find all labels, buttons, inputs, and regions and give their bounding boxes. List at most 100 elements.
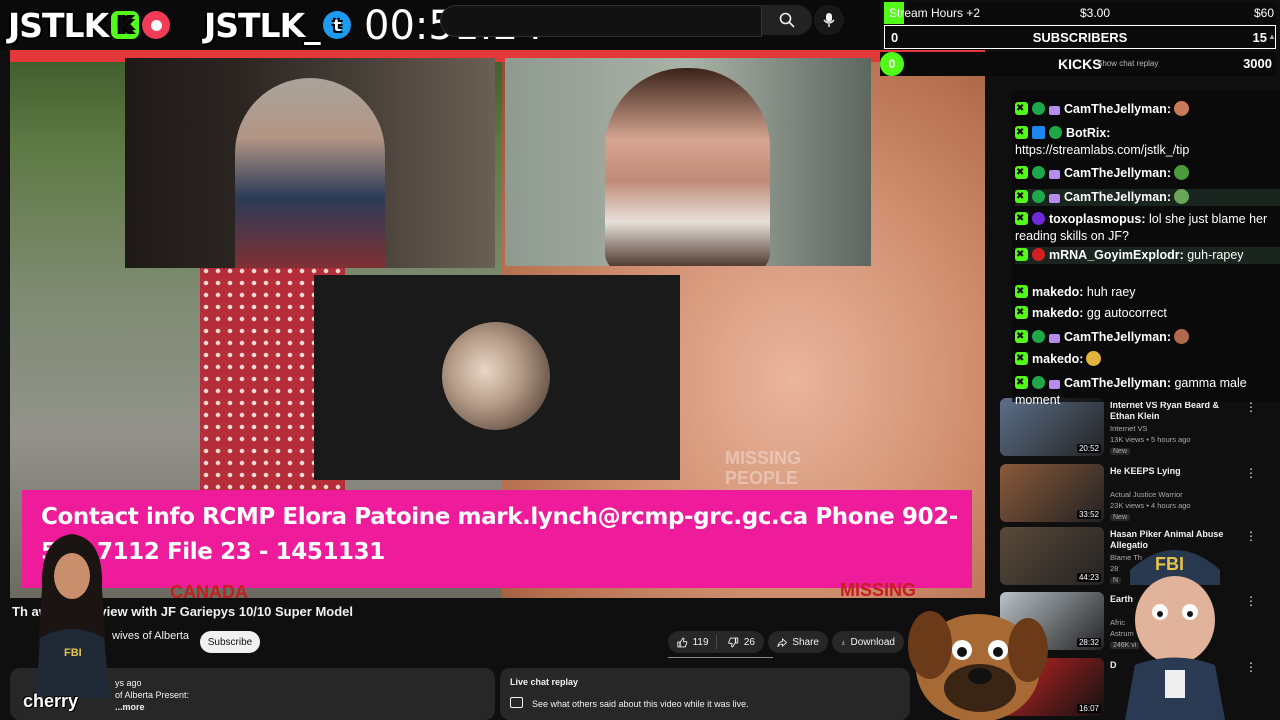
microphone-icon	[823, 13, 835, 27]
goal-label: SUBSCRIBERS	[1032, 30, 1128, 45]
share-button[interactable]: Share	[768, 631, 828, 653]
goal-current: 0	[880, 52, 904, 76]
video-player[interactable]: MISSING PEOPLE Contact info RCMP Elora P…	[10, 50, 985, 598]
kicks-goal: 0 KICKS Show chat replay 3000	[880, 52, 1276, 76]
chat-emote-icon	[1086, 351, 1102, 366]
live-chat-replay-box[interactable]: Live chat replay See what others said ab…	[500, 668, 910, 720]
stream-hours-goal: Stream Hours +2 $3.00 $60	[884, 2, 1276, 24]
chat-username[interactable]: CamTheJellyman:	[1064, 330, 1171, 344]
chat-username[interactable]: CamTheJellyman:	[1064, 166, 1171, 180]
more-vert-icon[interactable]: ⋮	[1245, 529, 1257, 543]
video-duration: 20:52	[1076, 444, 1101, 453]
green-badge-icon	[1032, 102, 1045, 115]
thumbs-up-icon	[677, 636, 688, 647]
subscribe-button[interactable]: Subscribe	[200, 631, 260, 653]
recommended-video[interactable]: 33:52 He KEEPS Lying Actual Justice Warrio…	[1000, 464, 1270, 524]
download-button[interactable]: Download	[832, 631, 904, 653]
share-icon	[777, 637, 788, 647]
kick-badge-icon	[1015, 188, 1028, 205]
chat-username[interactable]: CamTheJellyman:	[1064, 190, 1171, 204]
more-vert-icon[interactable]: ⋮	[1245, 660, 1257, 674]
goal-current: $3.00	[1080, 6, 1111, 20]
kick-badge-icon	[1015, 164, 1028, 181]
chat-username[interactable]: CamTheJellyman:	[1064, 102, 1171, 116]
kick-badge-icon	[1015, 374, 1028, 391]
chat-emote-icon	[1173, 101, 1189, 116]
chat-emote-icon	[1173, 329, 1189, 344]
search-input[interactable]	[440, 5, 762, 37]
contact-info-text: Contact info RCMP Elora Patoine mark.lyn…	[41, 504, 958, 565]
scroll-up-icon[interactable]: ▲	[1268, 32, 1276, 41]
channel-name[interactable]: wives of Alberta	[112, 630, 189, 642]
dislike-count: 26	[743, 636, 755, 648]
live-chat-replay-title: Live chat replay	[510, 677, 579, 687]
video-thumbnail[interactable]: 44:23	[1000, 527, 1104, 585]
search-icon	[779, 12, 795, 28]
goal-target: $60	[1253, 6, 1274, 20]
video-meta: 23K views • 4 hours ago	[1110, 501, 1191, 510]
chat-emote-icon	[1173, 165, 1189, 180]
chat-text: gg autocorrect	[1086, 306, 1167, 320]
bot-badge-icon	[1032, 126, 1045, 139]
chat-username[interactable]: BotRix:	[1066, 126, 1110, 140]
like-ratio-bar	[668, 657, 773, 658]
chat-text: https://streamlabs.com/jstlk_/tip	[1015, 143, 1190, 157]
kick-badge-icon	[1015, 100, 1028, 117]
chat-username[interactable]: makedo:	[1032, 285, 1083, 299]
kick-logo-text: JSTLK	[8, 5, 109, 45]
chat-message: makedo:	[1015, 350, 1280, 368]
svg-text:FBI: FBI	[1155, 554, 1184, 574]
twitter-logo: JSTLK_ t	[204, 5, 351, 45]
like-count: 119	[692, 636, 709, 648]
more-vert-icon[interactable]: ⋮	[1245, 466, 1257, 480]
goal-target: 3000	[1243, 56, 1272, 71]
kick-icon: K	[111, 11, 140, 39]
chat-message: makedo: huh raey	[1015, 283, 1280, 301]
video-title[interactable]: He KEEPS Lying	[1110, 466, 1242, 477]
video-thumbnail[interactable]: 33:52	[1000, 464, 1104, 522]
participant-avatar	[442, 322, 550, 430]
red-badge-icon	[1032, 248, 1045, 261]
subscribers-goal: SUBSCRIBERS 0 15	[884, 25, 1276, 49]
chat-username[interactable]: makedo:	[1032, 306, 1083, 320]
channel-name[interactable]: Actual Justice Warrior	[1110, 490, 1183, 499]
kick-badge-icon	[1015, 283, 1028, 300]
share-label: Share	[792, 636, 819, 648]
contact-info-banner: Contact info RCMP Elora Patoine mark.lyn…	[22, 490, 972, 588]
new-badge: New	[1110, 514, 1131, 521]
chat-message: CamTheJellyman:	[1015, 164, 1280, 182]
search-button[interactable]	[762, 5, 812, 35]
chat-username[interactable]: makedo:	[1032, 352, 1083, 366]
chat-username[interactable]: mRNA_GoyimExplodr:	[1049, 248, 1184, 262]
description-text: of Alberta Present:	[115, 690, 190, 700]
verified-badge-icon	[1049, 126, 1062, 139]
chat-username[interactable]: CamTheJellyman:	[1064, 376, 1171, 390]
twitter-logo-text: JSTLK_	[204, 5, 321, 45]
show-more-link[interactable]: ...more	[115, 702, 145, 712]
gift-badge-icon	[1049, 380, 1060, 389]
gift-badge-icon	[1049, 334, 1060, 343]
video-meta: 13K views • 5 hours ago	[1110, 435, 1191, 444]
like-divider	[716, 635, 717, 649]
kick-badge-icon	[1015, 304, 1028, 321]
webcam-left	[125, 58, 495, 268]
video-duration: 33:52	[1076, 510, 1101, 519]
chat-emote-icon	[1173, 189, 1189, 204]
more-vert-icon[interactable]: ⋮	[1245, 594, 1257, 608]
gift-badge-icon	[1049, 170, 1060, 179]
canada-text: CANADA	[170, 582, 248, 598]
green-badge-icon	[1032, 376, 1045, 389]
kick-badge-icon	[1015, 124, 1028, 141]
green-badge-icon	[1032, 166, 1045, 179]
chat-bubble-icon	[510, 697, 523, 708]
webcam-person	[605, 68, 770, 266]
cherry-cartoon-avatar: FBI	[36, 534, 110, 698]
chat-text: guh-rapey	[1187, 248, 1244, 262]
chat-message: CamTheJellyman:	[1015, 328, 1280, 346]
webcam-person	[235, 78, 385, 268]
chat-text: huh raey	[1086, 285, 1136, 299]
voice-search-button[interactable]	[814, 5, 844, 35]
kick-badge-icon	[1015, 210, 1028, 227]
channel-name[interactable]: Internet VS	[1110, 424, 1148, 433]
chat-username[interactable]: toxoplasmopus:	[1049, 212, 1146, 226]
